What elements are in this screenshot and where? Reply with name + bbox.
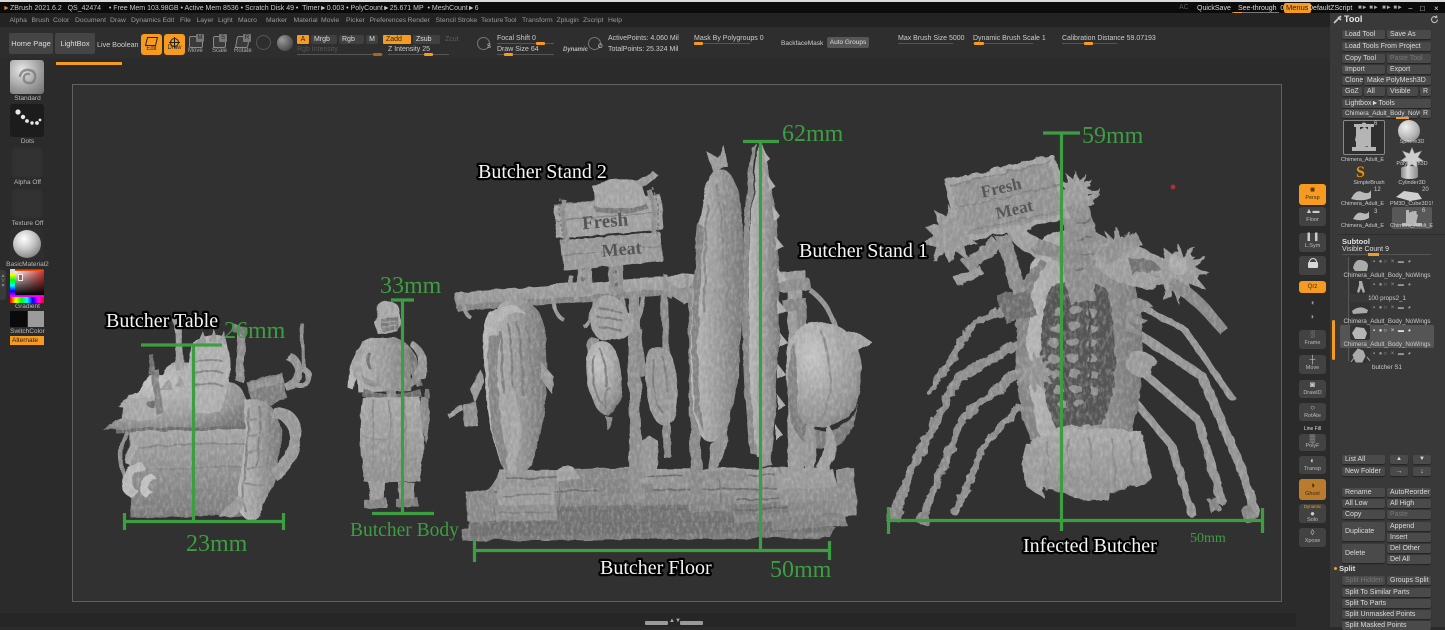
svg-text:50mm: 50mm	[1190, 531, 1226, 546]
svg-text:Infected Butcher: Infected Butcher	[1023, 535, 1157, 557]
svg-text:62mm: 62mm	[782, 121, 844, 147]
svg-text:26mm: 26mm	[224, 318, 286, 344]
svg-text:Butcher Floor: Butcher Floor	[600, 557, 712, 579]
svg-text:Butcher Body: Butcher Body	[350, 520, 459, 541]
svg-text:33mm: 33mm	[380, 273, 442, 299]
svg-text:Butcher Table: Butcher Table	[106, 310, 218, 332]
svg-text:50mm: 50mm	[770, 557, 832, 583]
svg-text:Butcher Stand 1: Butcher Stand 1	[799, 240, 928, 262]
svg-text:59mm: 59mm	[1082, 123, 1144, 149]
svg-text:Fresh: Fresh	[581, 209, 629, 234]
svg-text:Butcher Stand 2: Butcher Stand 2	[478, 161, 607, 183]
svg-text:23mm: 23mm	[186, 531, 248, 557]
svg-text:Meat: Meat	[601, 237, 643, 260]
